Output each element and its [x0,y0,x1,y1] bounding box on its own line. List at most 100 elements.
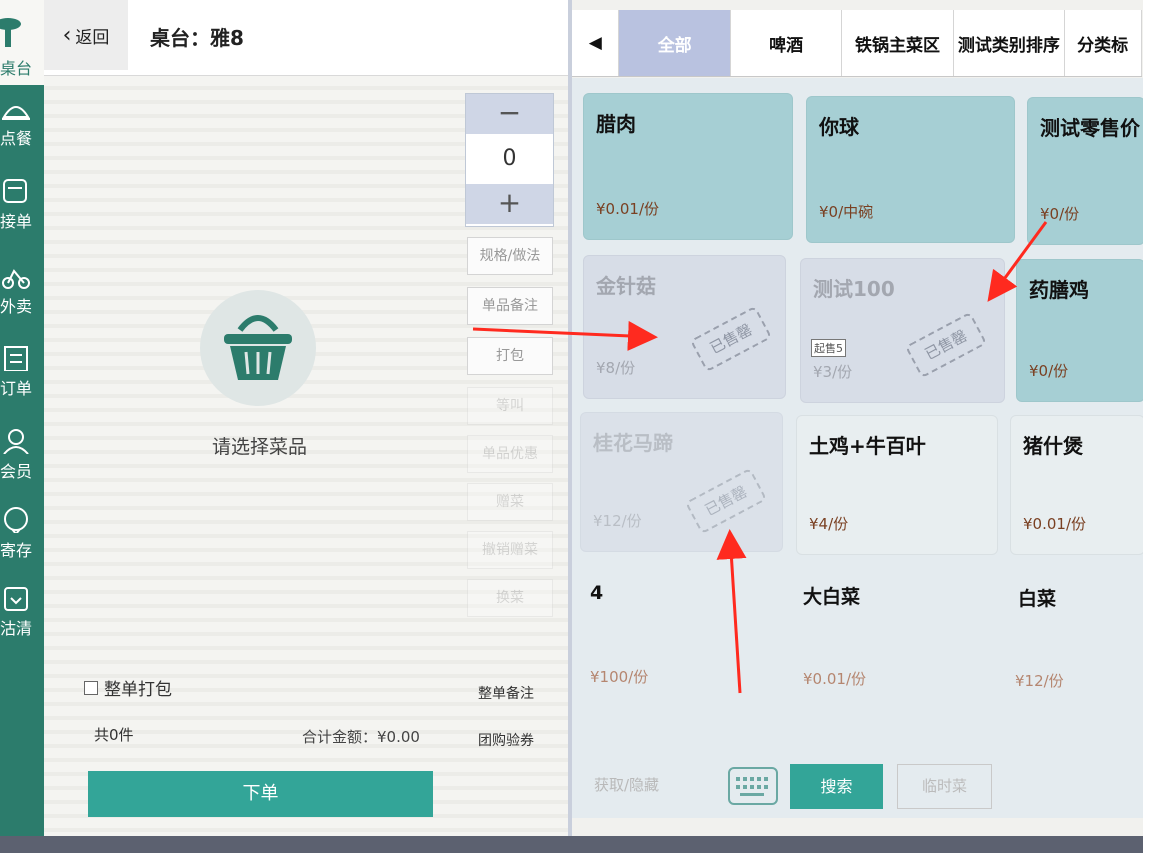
whole-pack-checkbox[interactable]: 整单打包 [84,675,172,700]
dish-name: 桂花马蹄 [593,431,673,455]
nav-item-label: 外卖 [0,297,33,316]
dish-price: ¥0.01/份 [1023,515,1086,533]
screen-edge [1143,0,1149,853]
nav-item-label: 寄存 [0,541,33,560]
dish-name[interactable]: 白菜 [1018,584,1056,611]
dish-card[interactable]: 测试零售价 ¥0/份 [1027,97,1145,245]
nav-item-member[interactable]: 会员 [0,428,44,482]
whole-remark-button[interactable]: 整单备注 [478,683,534,703]
dish-price: ¥100/份 [590,668,649,686]
nav-item-label: 桌台 [0,59,33,78]
nav-item-receive[interactable]: 接单 [0,178,44,232]
dish-name: 猪什煲 [1023,434,1083,458]
dish-price: ¥4/份 [809,515,849,533]
item-count: 共0件 [94,726,134,744]
member-icon [3,429,29,454]
dish-name: 你球 [819,115,859,139]
dish-price: ¥12/份 [1015,672,1064,690]
place-order-button[interactable]: 下单 [88,771,433,817]
dish-name[interactable]: 4 [590,582,603,604]
nav-item-table[interactable]: 桌台 [0,0,44,85]
basket-icon [200,290,316,406]
whole-pack-label: 整单打包 [104,680,172,700]
prev-next-button[interactable]: 获取/隐藏 [594,774,659,795]
dish-price: ¥12/份 [593,512,642,530]
tab-test-sort[interactable]: 测试类别排序 [954,10,1066,76]
category-tabs: ◀ 全部 啤酒 铁锅主菜区 测试类别排序 分类标 [572,10,1143,77]
nav-item-orders[interactable]: 订单 [0,345,44,399]
table-title: 桌台：雅8 [150,26,244,50]
sold-out-stamp: 已售罄 [689,305,773,373]
delivery-icon [2,269,30,289]
nav-item-order[interactable]: 点餐 [0,95,44,149]
spec-method-button[interactable]: 规格/做法 [467,237,553,275]
dish-card[interactable]: 猪什煲 ¥0.01/份 [1010,415,1145,555]
dish-card[interactable]: 土鸡+牛百叶 ¥4/份 [796,415,998,555]
decrease-button[interactable]: − [466,94,553,134]
main-nav: 桌台 点餐 接单 外卖 订单 会员 寄存 沽清 [0,0,44,853]
dish-name: 腊肉 [596,112,636,136]
nav-item-label: 点餐 [0,129,33,148]
scroll-left-icon[interactable]: ◀ [572,10,620,76]
temp-dish-button[interactable]: 临时菜 [897,764,992,809]
dish-card-soldout[interactable]: 金针菇 ¥8/份 已售罄 [583,255,786,399]
back-button[interactable]: ‹ 返回 [44,0,128,70]
sold-out-stamp: 已售罄 [904,311,988,379]
item-remark-button[interactable]: 单品备注 [467,287,553,325]
dish-price: ¥0/中碗 [819,203,874,221]
dish-price: ¥0.01/份 [596,200,659,218]
dish-card[interactable]: 你球 ¥0/中碗 [806,96,1015,243]
order-list-icon [4,346,28,371]
dish-card[interactable]: 药膳鸡 ¥0/份 [1016,259,1145,402]
gift-button[interactable]: 赠菜 [467,483,553,521]
dish-card-soldout[interactable]: 测试100 起售5 ¥3/份 已售罄 [800,258,1005,403]
table-icon [0,18,21,47]
keyboard-icon[interactable] [728,767,778,805]
group-voucher-button[interactable]: 团购验券 [478,730,534,750]
nav-item-storage[interactable]: 寄存 [0,507,44,561]
dish-name: 土鸡+牛百叶 [809,434,926,458]
receive-order-icon [3,179,27,203]
dish-price: ¥3/份 [813,363,853,381]
tab-category-more[interactable]: 分类标 [1065,10,1143,76]
checkbox-box[interactable] [84,680,98,695]
dish-name: 测试100 [813,277,895,301]
dish-price: ¥0/份 [1029,362,1069,380]
system-bar [0,836,1149,853]
dish-name[interactable]: 大白菜 [803,582,860,609]
quantity-stepper: − 0 + [465,93,554,227]
wait-call-button[interactable]: 等叫 [467,387,553,425]
storage-icon [4,507,28,533]
dish-name: 测试零售价 [1040,116,1140,140]
dish-name: 药膳鸡 [1029,278,1089,302]
nav-item-label: 会员 [0,462,33,481]
nav-item-label: 接单 [0,212,33,231]
nav-item-delivery[interactable]: 外卖 [0,263,44,317]
tab-iron-pot[interactable]: 铁锅主菜区 [842,10,954,76]
soldout-icon [4,587,28,611]
chevron-left-icon: ‹ [62,22,72,48]
search-button[interactable]: 搜索 [790,764,883,809]
increase-button[interactable]: + [466,184,553,224]
sold-out-stamp: 已售罄 [684,467,768,535]
dish-price: ¥0.01/份 [803,670,866,688]
min-sale-badge: 起售5 [811,339,846,357]
swap-dish-button[interactable]: 换菜 [467,579,553,617]
bell-icon [2,106,30,120]
tab-all[interactable]: 全部 [619,10,731,76]
nav-item-label: 沽清 [0,619,33,638]
keyboard-glyph-icon [736,777,768,796]
nav-item-soldout[interactable]: 沽清 [0,585,44,639]
dish-card-soldout[interactable]: 桂花马蹄 ¥12/份 已售罄 [580,412,783,552]
empty-cart-illustration [200,290,330,420]
quantity-value: 0 [502,146,517,171]
empty-cart-text: 请选择菜品 [212,436,308,458]
pack-button[interactable]: 打包 [467,337,553,375]
dish-card[interactable]: 腊肉 ¥0.01/份 [583,93,793,240]
dish-name: 金针菇 [596,274,656,298]
nav-item-label: 订单 [0,379,33,398]
item-discount-button[interactable]: 单品优惠 [467,435,553,473]
undo-gift-button[interactable]: 撤销赠菜 [467,531,553,569]
tab-beer[interactable]: 啤酒 [731,10,843,76]
dish-price: ¥0/份 [1040,205,1080,223]
